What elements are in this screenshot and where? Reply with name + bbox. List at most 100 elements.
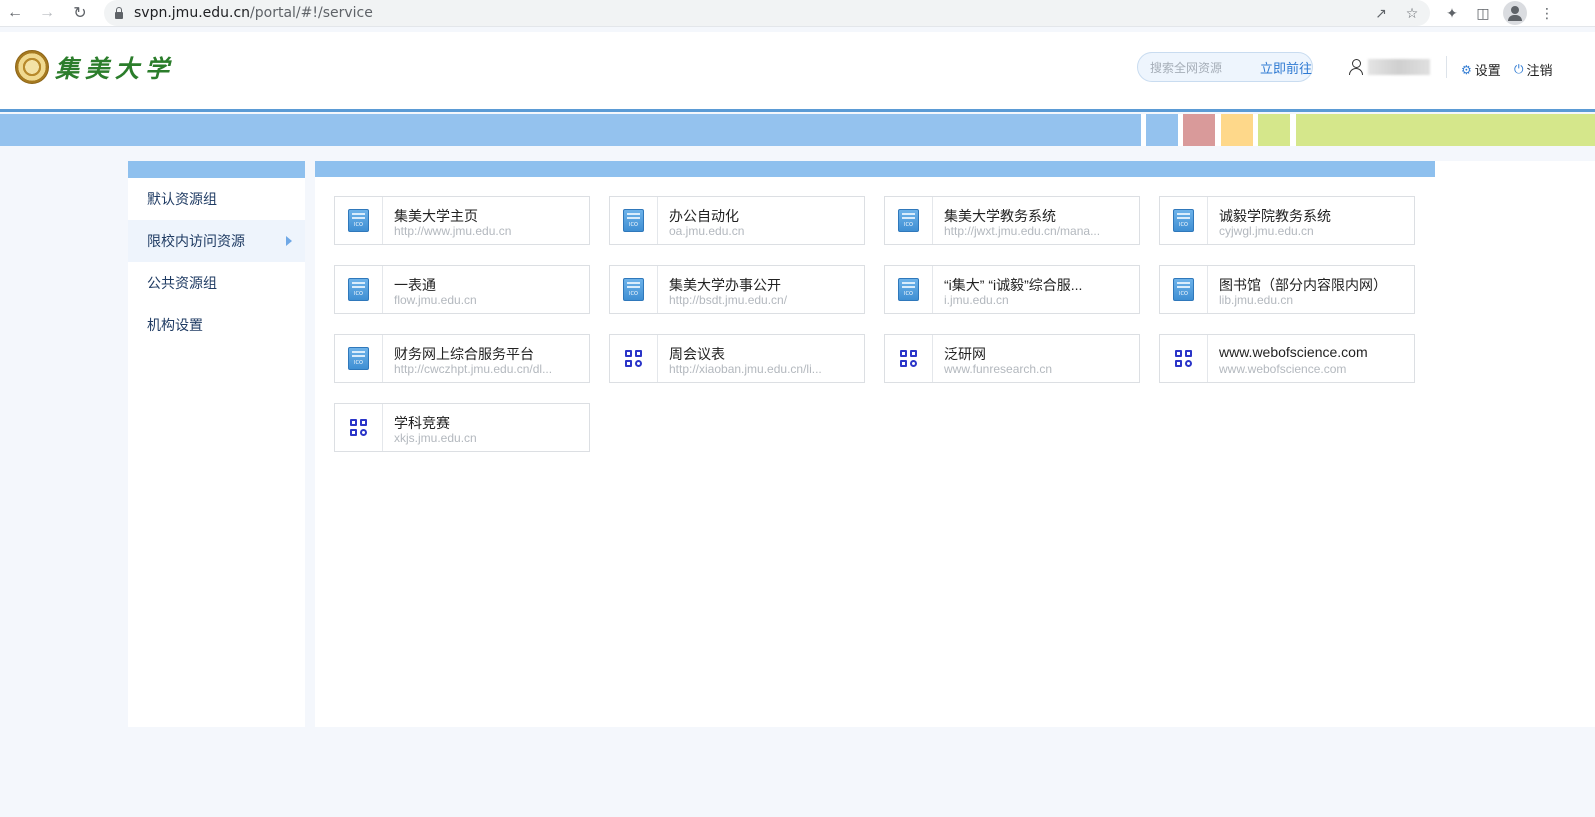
resource-card[interactable]: 一表通 flow.jmu.edu.cn xyxy=(334,265,590,314)
resource-url: www.webofscience.com xyxy=(1219,362,1347,376)
resource-url: xkjs.jmu.edu.cn xyxy=(394,431,477,445)
card-icon-cell xyxy=(1160,197,1208,244)
app-grid-icon xyxy=(900,350,917,367)
university-logo[interactable]: 集美大学 xyxy=(15,49,175,84)
url-path: /portal/#!/service xyxy=(250,5,373,21)
ico-file-icon xyxy=(1173,278,1194,301)
card-icon-cell xyxy=(335,197,383,244)
ico-file-icon xyxy=(348,347,369,370)
bookmark-star-icon[interactable]: ☆ xyxy=(1402,3,1422,23)
card-icon-cell xyxy=(335,335,383,382)
decorative-color-band xyxy=(0,114,1595,146)
settings-link[interactable]: ⚙ 设置 xyxy=(1461,60,1501,79)
ico-file-icon xyxy=(898,278,919,301)
card-icon-cell xyxy=(1160,266,1208,313)
resource-card[interactable]: 集美大学办事公开 http://bsdt.jmu.edu.cn/ xyxy=(609,265,865,314)
logout-label: 注销 xyxy=(1526,63,1553,78)
app-grid-icon xyxy=(350,419,367,436)
lock-icon[interactable] xyxy=(114,7,124,19)
resource-title: 泛研网 xyxy=(944,346,986,362)
sidebar-item-label: 机构设置 xyxy=(147,317,203,333)
resource-card[interactable]: 集美大学主页 http://www.jmu.edu.cn xyxy=(334,196,590,245)
share-icon[interactable]: ↗ xyxy=(1371,3,1391,23)
logo-text: 集美大学 xyxy=(55,54,175,83)
band-blue-small xyxy=(1146,114,1178,146)
resource-url: flow.jmu.edu.cn xyxy=(394,293,477,307)
menu-dots-icon[interactable]: ⋮ xyxy=(1537,3,1557,23)
resource-panel-header xyxy=(315,161,1435,177)
ico-file-icon xyxy=(348,278,369,301)
card-icon-cell xyxy=(1160,335,1208,382)
resource-url: lib.jmu.edu.cn xyxy=(1219,293,1294,307)
resource-group-sidebar: 默认资源组 限校内访问资源 公共资源组 机构设置 xyxy=(128,161,305,727)
resource-title: 周会议表 xyxy=(669,346,725,362)
settings-label: 设置 xyxy=(1474,63,1501,78)
card-icon-cell xyxy=(885,266,933,313)
sidebar-item-default-group[interactable]: 默认资源组 xyxy=(128,178,305,220)
user-name[interactable] xyxy=(1368,59,1430,75)
resource-card[interactable]: 泛研网 www.funresearch.cn xyxy=(884,334,1140,383)
resource-url: http://bsdt.jmu.edu.cn/ xyxy=(669,293,788,307)
resource-url: http://xiaoban.jmu.edu.cn/li... xyxy=(669,362,822,376)
sidebar-item-label: 公共资源组 xyxy=(147,275,217,291)
extensions-icon[interactable]: ✦ xyxy=(1442,3,1462,23)
card-icon-cell xyxy=(610,335,658,382)
resource-title: 诚毅学院教务系统 xyxy=(1219,208,1331,224)
band-green-main xyxy=(1296,114,1595,146)
back-icon[interactable]: ← xyxy=(4,2,26,24)
url-host: svpn.jmu.edu.cn xyxy=(134,5,251,21)
search-input[interactable]: 搜索全网资源 xyxy=(1150,59,1260,76)
ico-file-icon xyxy=(623,278,644,301)
resource-card[interactable]: “i集大” “i诚毅”综合服... i.jmu.edu.cn xyxy=(884,265,1140,314)
logout-link[interactable]: ⏻ 注销 xyxy=(1514,60,1553,79)
resource-title: 图书馆（部分内容限内网） xyxy=(1219,277,1387,293)
resource-url: i.jmu.edu.cn xyxy=(944,293,1009,307)
app-grid-icon xyxy=(1175,350,1192,367)
resource-card[interactable]: 周会议表 http://xiaoban.jmu.edu.cn/li... xyxy=(609,334,865,383)
header-divider xyxy=(1446,56,1447,78)
resource-url: oa.jmu.edu.cn xyxy=(669,224,745,238)
sidebar-item-public-group[interactable]: 公共资源组 xyxy=(128,262,305,304)
search-go-button[interactable]: 立即前往 xyxy=(1260,58,1312,77)
site-header: 集美大学 搜索全网资源 立即前往 ⚙ 设置 ⏻ 注销 xyxy=(0,32,1595,112)
resource-title: 一表通 xyxy=(394,277,436,293)
global-search: 搜索全网资源 立即前往 xyxy=(1137,52,1313,82)
sidebar-item-label: 默认资源组 xyxy=(147,191,217,207)
sidebar-item-campus-only[interactable]: 限校内访问资源 xyxy=(128,220,305,262)
resource-card[interactable]: 图书馆（部分内容限内网） lib.jmu.edu.cn xyxy=(1159,265,1415,314)
resource-card[interactable]: 学科竞赛 xkjs.jmu.edu.cn xyxy=(334,403,590,452)
ico-file-icon xyxy=(1173,209,1194,232)
resource-url: http://www.jmu.edu.cn xyxy=(394,224,512,238)
resource-title: 学科竞赛 xyxy=(394,415,450,431)
resource-title: 财务网上综合服务平台 xyxy=(394,346,534,362)
address-bar[interactable]: svpn.jmu.edu.cn/portal/#!/service xyxy=(104,0,1430,26)
gear-icon: ⚙ xyxy=(1461,62,1472,77)
card-icon-cell xyxy=(335,404,383,451)
card-icon-cell xyxy=(610,197,658,244)
app-grid-icon xyxy=(625,350,642,367)
university-seal-icon xyxy=(15,49,49,84)
user-icon[interactable] xyxy=(1348,59,1364,75)
resource-card[interactable]: 办公自动化 oa.jmu.edu.cn xyxy=(609,196,865,245)
resource-title: www.webofscience.com xyxy=(1219,344,1368,360)
reload-icon[interactable]: ↻ xyxy=(69,2,91,24)
power-icon: ⏻ xyxy=(1514,62,1524,76)
band-green-small xyxy=(1258,114,1290,146)
resource-card[interactable]: www.webofscience.com www.webofscience.co… xyxy=(1159,334,1415,383)
sidebar-item-org-settings[interactable]: 机构设置 xyxy=(128,304,305,346)
sidebar-header xyxy=(128,161,305,178)
resource-card[interactable]: 集美大学教务系统 http://jwxt.jmu.edu.cn/mana... xyxy=(884,196,1140,245)
resource-title: 集美大学主页 xyxy=(394,208,478,224)
resource-url: www.funresearch.cn xyxy=(944,362,1053,376)
profile-icon[interactable] xyxy=(1503,1,1527,25)
resource-card[interactable]: 财务网上综合服务平台 http://cwczhpt.jmu.edu.cn/dl.… xyxy=(334,334,590,383)
resource-card[interactable]: 诚毅学院教务系统 cyjwgl.jmu.edu.cn xyxy=(1159,196,1415,245)
browser-toolbar: ← → ↻ svpn.jmu.edu.cn/portal/#!/service … xyxy=(0,0,1595,27)
resource-url: http://cwczhpt.jmu.edu.cn/dl... xyxy=(394,362,553,376)
resource-url: http://jwxt.jmu.edu.cn/mana... xyxy=(944,224,1101,238)
sidepanel-icon[interactable]: ◫ xyxy=(1473,3,1493,23)
ico-file-icon xyxy=(348,209,369,232)
resource-title: 集美大学办事公开 xyxy=(669,277,781,293)
band-red xyxy=(1183,114,1215,146)
forward-icon[interactable]: → xyxy=(36,2,58,24)
